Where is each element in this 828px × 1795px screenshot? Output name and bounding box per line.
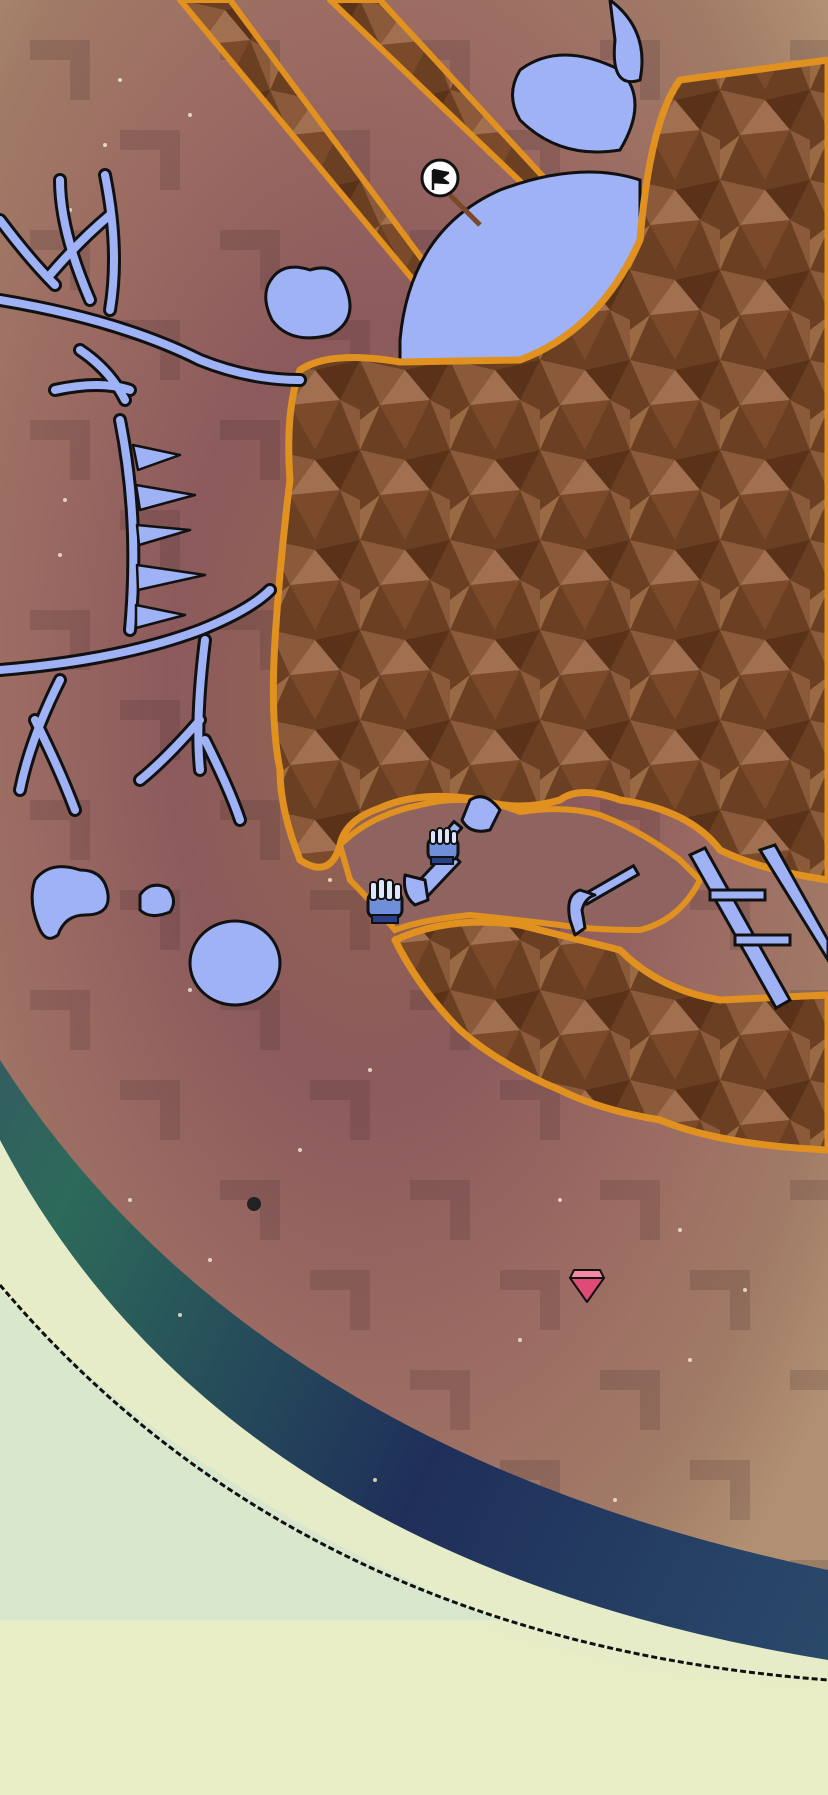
player-glove-icon[interactable]: [366, 878, 404, 924]
pebble: [247, 1197, 261, 1211]
ice-blob-small: [264, 265, 352, 340]
ice-blob-round: [188, 919, 282, 1007]
ice-blob-tiny: [138, 883, 175, 917]
companion-glove-icon[interactable]: [426, 827, 460, 865]
game-scene[interactable]: [0, 0, 828, 1795]
